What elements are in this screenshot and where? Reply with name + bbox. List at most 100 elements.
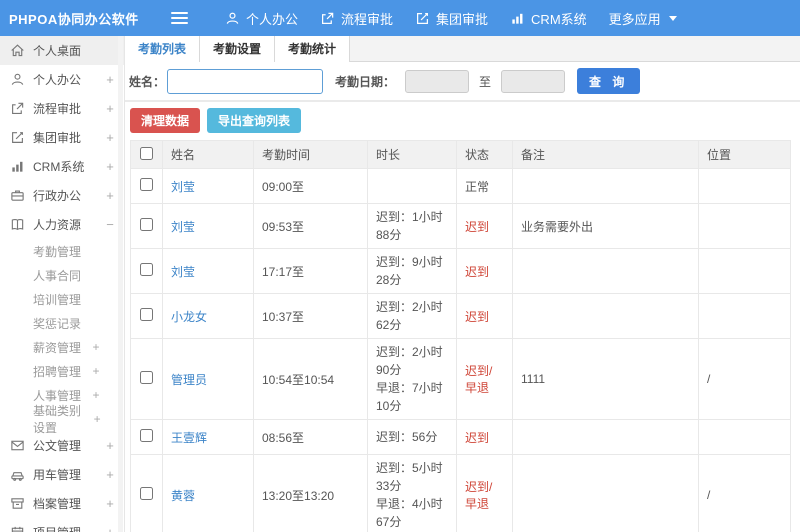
- table-row: 刘莹 09:53至 迟到：1小时88分 迟到 业务需要外出: [130, 203, 791, 249]
- sidebar-subitem-recruit[interactable]: 招聘管理 +: [0, 359, 124, 383]
- expand-toggle[interactable]: +: [104, 525, 116, 532]
- expand-toggle[interactable]: +: [104, 438, 116, 453]
- name-input[interactable]: [167, 68, 324, 94]
- sidebar-sublabel: 考勤管理: [33, 244, 82, 259]
- export-list-button[interactable]: 导出查询列表: [207, 108, 302, 133]
- expand-toggle[interactable]: +: [104, 496, 116, 511]
- row-checkbox[interactable]: [140, 308, 153, 321]
- collapse-toggle[interactable]: −: [104, 217, 116, 232]
- to-label: 至: [479, 74, 492, 89]
- archive-icon: [11, 498, 24, 509]
- expand-toggle[interactable]: +: [90, 340, 102, 354]
- car-icon: [11, 472, 24, 481]
- briefcase-icon: [11, 190, 24, 201]
- row-checkbox[interactable]: [140, 487, 153, 500]
- attendance-time: 13:20至13:20: [253, 454, 368, 532]
- sidebar-sublabel: 奖惩记录: [33, 316, 82, 331]
- col-header-duration: 时长: [367, 140, 457, 169]
- duration-cell: 迟到：9小时28分: [367, 248, 457, 294]
- employee-name-link[interactable]: 刘莹: [171, 220, 195, 234]
- sidebar-item-admin-office[interactable]: 行政办公 +: [0, 181, 124, 210]
- row-checkbox[interactable]: [140, 218, 153, 231]
- sidebar-item-hr[interactable]: 人力资源 −: [0, 210, 124, 239]
- sidebar-subitem-salary[interactable]: 薪资管理 +: [0, 335, 124, 359]
- chart-bars-icon: [12, 161, 23, 172]
- expand-toggle[interactable]: +: [104, 467, 116, 482]
- tab-attendance-stats[interactable]: 考勤统计: [275, 36, 351, 62]
- location-cell: [698, 203, 791, 249]
- expand-toggle[interactable]: +: [104, 159, 116, 174]
- expand-toggle[interactable]: +: [104, 130, 116, 145]
- sidebar-item-vehicle[interactable]: 用车管理 +: [0, 460, 124, 489]
- employee-name-link[interactable]: 刘莹: [171, 265, 195, 279]
- chart-bars-icon: [512, 13, 523, 24]
- sidebar-label: CRM系统: [33, 160, 85, 174]
- expand-toggle[interactable]: +: [90, 388, 102, 402]
- sidebar-subitem-rewards[interactable]: 奖惩记录: [0, 311, 124, 335]
- expand-toggle[interactable]: +: [90, 364, 102, 378]
- sidebar-subitem-base-category[interactable]: 基础类别设置 +: [0, 404, 124, 435]
- expand-toggle[interactable]: +: [104, 188, 116, 203]
- sidebar-label: 集团审批: [33, 131, 82, 145]
- employee-name-link[interactable]: 黄蓉: [171, 489, 195, 503]
- table-row: 王壹辉 08:56至 迟到：56分 迟到: [130, 419, 791, 455]
- table-row: 黄蓉 13:20至13:20 迟到：5小时33分 早退：4小时67分 迟到/早退…: [130, 454, 791, 532]
- date-to-input[interactable]: [501, 69, 566, 93]
- status-cell: 迟到: [456, 248, 513, 294]
- status-cell: 迟到/早退: [456, 454, 513, 532]
- topnav-label: 个人办公: [246, 11, 299, 27]
- sidebar-item-crm[interactable]: CRM系统 +: [0, 152, 124, 181]
- sidebar-label: 档案管理: [33, 497, 82, 511]
- topnav-personal-office[interactable]: 个人办公: [214, 0, 309, 36]
- home-icon: [11, 44, 24, 57]
- attendance-table: 姓名 考勤时间 时长 状态 备注 位置 刘莹 09:00至 正常 刘莹 09:5…: [130, 140, 791, 532]
- employee-name-link[interactable]: 王壹辉: [171, 431, 207, 445]
- sidebar-subitem-training[interactable]: 培训管理: [0, 287, 124, 311]
- col-header-time: 考勤时间: [253, 140, 368, 169]
- topnav-flow-approval[interactable]: 流程审批: [309, 0, 404, 36]
- clean-data-button[interactable]: 清理数据: [130, 108, 201, 133]
- employee-name-link[interactable]: 刘莹: [171, 180, 195, 194]
- topnav-more-apps[interactable]: 更多应用: [598, 0, 688, 36]
- sidebar-subitem-attendance[interactable]: 考勤管理: [0, 239, 124, 263]
- topnav-group-approval[interactable]: 集团审批: [404, 0, 499, 36]
- sidebar-item-archives[interactable]: 档案管理 +: [0, 489, 124, 518]
- duration-cell: 迟到：5小时33分 早退：4小时67分: [367, 454, 457, 532]
- tab-attendance-list[interactable]: 考勤列表: [125, 36, 201, 62]
- sidebar-label: 用车管理: [33, 468, 82, 482]
- sidebar-item-desktop[interactable]: 个人桌面: [0, 36, 124, 65]
- note-cell: [512, 248, 699, 294]
- expand-toggle[interactable]: +: [92, 412, 102, 426]
- expand-toggle[interactable]: +: [104, 72, 116, 87]
- topnav-label: 更多应用: [608, 11, 661, 27]
- sidebar-subitem-hr-contract[interactable]: 人事合同: [0, 263, 124, 287]
- sidebar-item-personal-office[interactable]: 个人办公 +: [0, 65, 124, 94]
- sidebar-scrollbar[interactable]: [118, 36, 123, 532]
- select-all-checkbox[interactable]: [140, 146, 153, 160]
- main-content: 考勤列表 考勤设置 考勤统计 姓名： 考勤日期： 至 查 询 清理数据 导出查询…: [125, 36, 800, 532]
- row-checkbox[interactable]: [140, 178, 153, 191]
- col-header-location: 位置: [698, 140, 791, 169]
- sidebar-item-group-approval[interactable]: 集团审批 +: [0, 123, 124, 152]
- duration-cell: 迟到：1小时88分: [367, 203, 457, 249]
- employee-name-link[interactable]: 小龙女: [171, 310, 207, 324]
- menu-toggle-icon[interactable]: [171, 12, 188, 24]
- date-from-input[interactable]: [405, 69, 470, 93]
- search-button[interactable]: 查 询: [577, 68, 641, 94]
- name-label: 姓名：: [129, 74, 166, 89]
- topnav-label: 集团审批: [436, 11, 489, 27]
- sidebar-item-flow-approval[interactable]: 流程审批 +: [0, 94, 124, 123]
- row-checkbox[interactable]: [140, 371, 153, 384]
- employee-name-link[interactable]: 管理员: [171, 373, 207, 387]
- col-header-name: 姓名: [162, 140, 254, 169]
- sidebar-item-projects[interactable]: 项目管理 +: [0, 518, 124, 532]
- col-header-note: 备注: [512, 140, 699, 169]
- row-checkbox[interactable]: [140, 263, 153, 276]
- topnav-crm[interactable]: CRM系统: [499, 0, 598, 36]
- note-cell: [512, 168, 699, 204]
- row-checkbox[interactable]: [140, 429, 153, 442]
- note-cell: 业务需要外出: [512, 203, 699, 249]
- expand-toggle[interactable]: +: [104, 101, 116, 116]
- location-cell: [698, 293, 791, 339]
- tab-attendance-settings[interactable]: 考勤设置: [200, 36, 276, 62]
